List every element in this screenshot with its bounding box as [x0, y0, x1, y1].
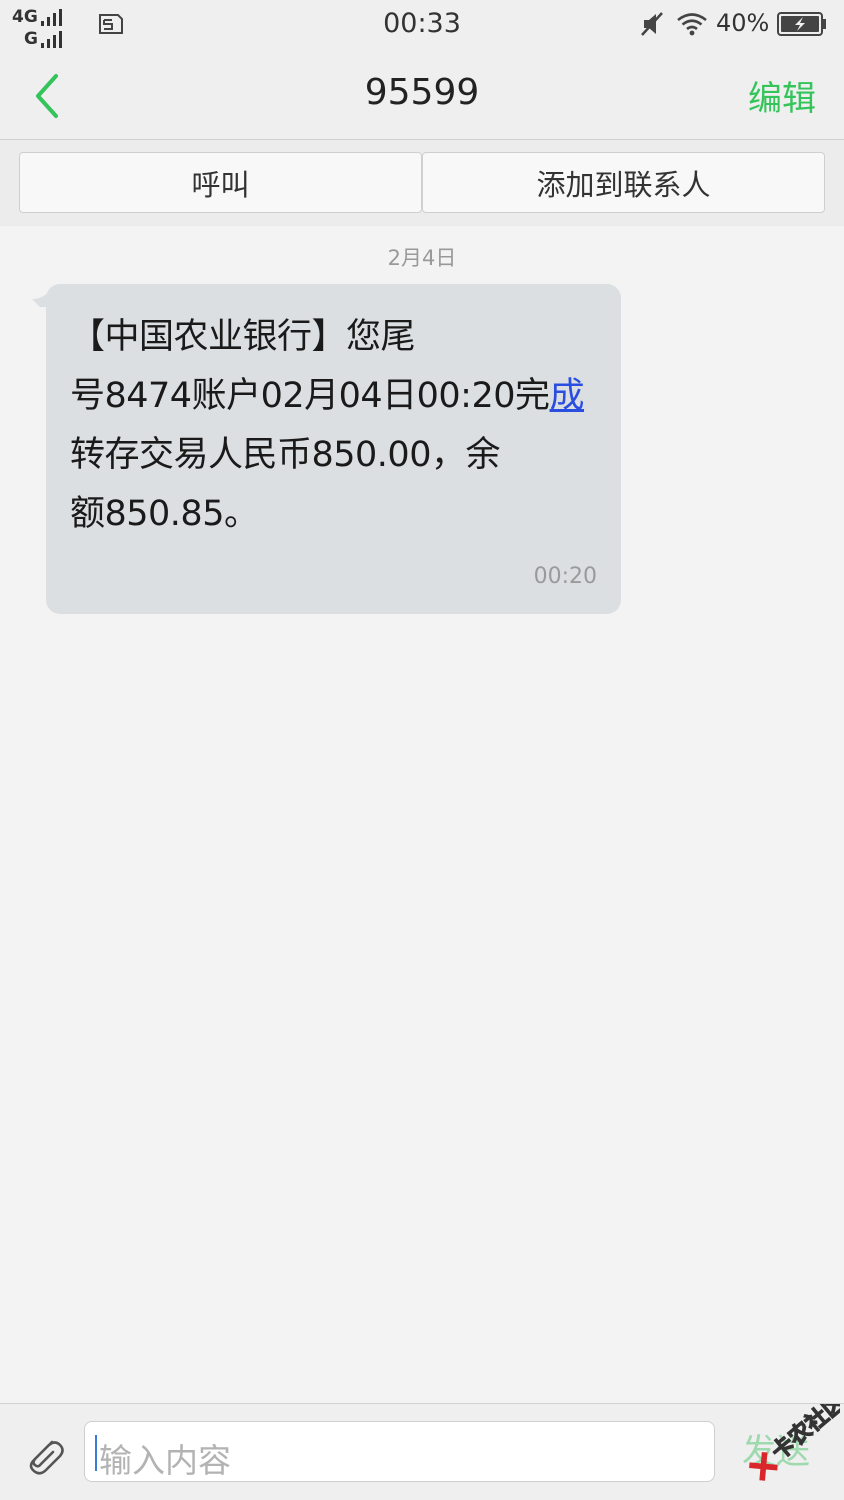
message-bubble[interactable]: 【中国农业银行】您尾 号8474账户02月04日00:20完成 转存交易人民币8…: [46, 284, 621, 614]
title-bar: 95599 编辑: [0, 52, 844, 140]
compose-bar: 输入内容 发送: [0, 1403, 844, 1500]
message-line: 【中国农业银行】您尾: [70, 317, 416, 357]
message-line: 号8474账户02月04日00:20完成: [70, 367, 610, 426]
status-bar: 4G G 00:33 40%: [0, 0, 844, 52]
date-separator: 2月4日: [387, 246, 457, 270]
message-line: 额850.85。: [70, 494, 259, 534]
battery-charging-icon: [777, 12, 826, 36]
kanong-watermark-logo: 卡农社区: [749, 1404, 840, 1481]
edit-button[interactable]: 编辑: [748, 71, 816, 120]
paperclip-icon[interactable]: [22, 1432, 66, 1478]
svg-text:卡农社区: 卡农社区: [767, 1404, 840, 1465]
message-input-placeholder: 输入内容: [99, 1441, 231, 1480]
battery-percentage: 40%: [716, 9, 770, 37]
message-line-text: 号8474账户02月04日00:20完: [70, 376, 550, 416]
text-caret: [95, 1435, 97, 1471]
add-to-contacts-button[interactable]: 添加到联系人: [422, 152, 825, 213]
message-line: 转存交易人民币850.00，余: [70, 435, 500, 475]
call-button[interactable]: 呼叫: [19, 152, 422, 213]
message-link[interactable]: 成: [550, 376, 585, 416]
contact-number-title: 95599: [364, 72, 480, 113]
message-text[interactable]: 【中国农业银行】您尾 号8474账户02月04日00:20完成 转存交易人民币8…: [70, 308, 610, 544]
sms-conversation-screen: 4G G 00:33 40% 95599 编辑 呼叫 添加到联系人 2月4日 【…: [0, 0, 844, 1500]
wifi-icon: [677, 13, 707, 36]
message-timestamp: 00:20: [533, 564, 597, 589]
contact-actions: 呼叫 添加到联系人: [0, 140, 844, 226]
mute-icon: [641, 12, 663, 36]
message-input[interactable]: 输入内容: [84, 1421, 715, 1482]
